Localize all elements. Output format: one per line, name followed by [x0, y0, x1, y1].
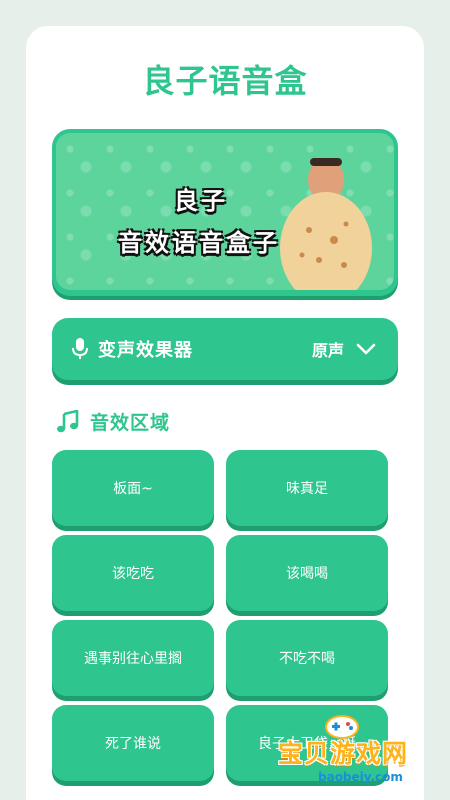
watermark-text: 宝贝游戏网: [278, 739, 409, 768]
app-title: 良子语音盒: [142, 62, 308, 100]
sound-button[interactable]: 板面~: [52, 450, 214, 526]
sound-button[interactable]: 不吃不喝: [226, 620, 388, 696]
character-image: [280, 158, 372, 290]
sound-button[interactable]: 遇事别往心里搁: [52, 620, 214, 696]
sound-button[interactable]: 该吃吃: [52, 535, 214, 611]
watermark-url: baobeiy.com: [318, 770, 403, 784]
watermark: 宝贝游戏网 baobeiy.com: [268, 712, 448, 796]
banner-background: 良子 音效语音盒子: [56, 133, 394, 290]
music-note-icon: [57, 409, 79, 432]
sound-button[interactable]: 味真足: [226, 450, 388, 526]
banner-title: 良子: [174, 187, 228, 215]
voice-changer-dropdown[interactable]: 变声效果器 原声: [52, 318, 398, 380]
sound-button[interactable]: 死了谁说: [52, 705, 214, 781]
sound-button[interactable]: 该喝喝: [226, 535, 388, 611]
microphone-icon: [72, 338, 88, 359]
sound-section-header: 音效区域: [56, 408, 170, 435]
voice-changer-value: 原声: [311, 341, 344, 360]
section-title: 音效区域: [90, 412, 171, 434]
banner: 良子 音效语音盒子: [52, 129, 398, 296]
chevron-down-icon: [356, 343, 376, 355]
voice-changer-label: 变声效果器: [98, 340, 193, 361]
banner-subtitle: 音效语音盒子: [118, 229, 280, 257]
